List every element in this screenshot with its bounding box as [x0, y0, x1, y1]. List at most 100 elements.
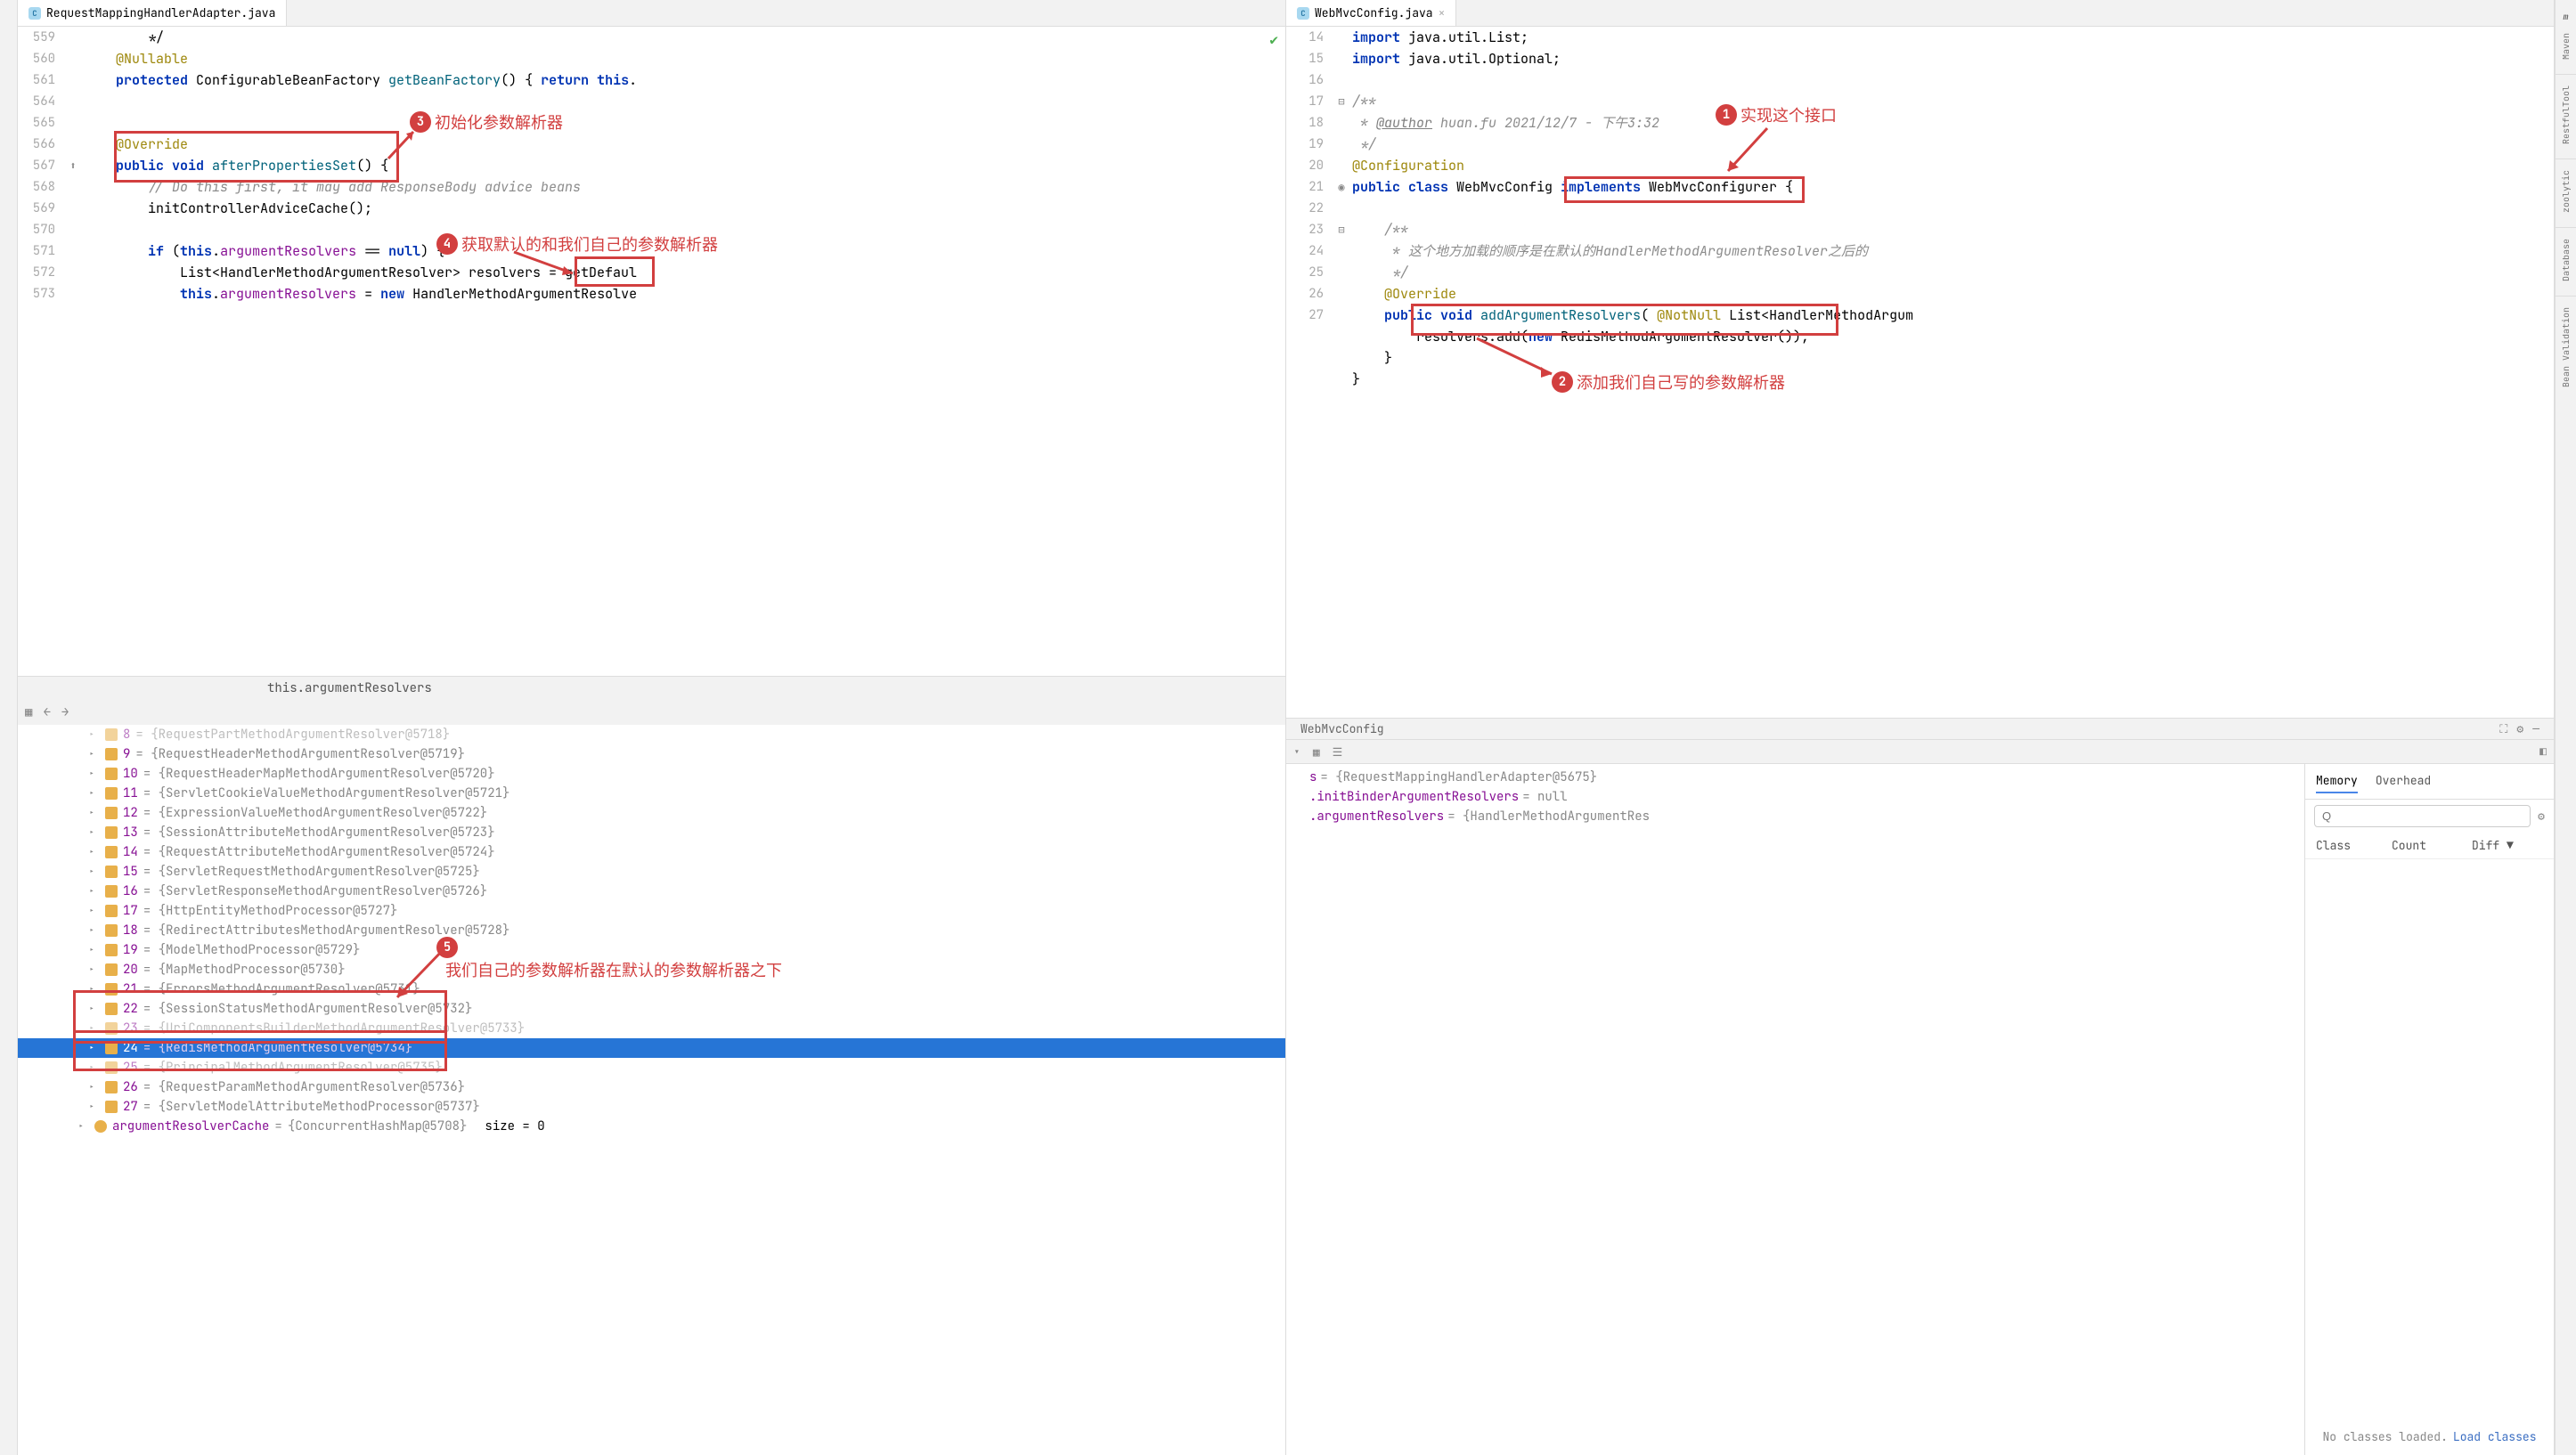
- tree-row[interactable]: ▸ 8 = {RequestPartMethodArgumentResolver…: [18, 725, 1285, 744]
- memory-search-input[interactable]: [2314, 805, 2531, 827]
- tree-row[interactable]: ▸ 9 = {RequestHeaderMethodArgumentResolv…: [18, 744, 1285, 764]
- object-icon: [105, 768, 118, 780]
- callout-1-bubble: 1: [1716, 104, 1737, 126]
- right-breadcrumb: WebMvcConfig ⛶ ⚙ —: [1286, 718, 2554, 739]
- right-gutter-icons: ⊟◉⊟: [1331, 27, 1352, 718]
- tree-row[interactable]: ▸ 12 = {ExpressionValueMethodArgumentRes…: [18, 803, 1285, 823]
- memory-search: ⚙: [2305, 800, 2554, 833]
- tree-row[interactable]: ▸ 24 = {RedisMethodArgumentResolver@5734…: [18, 1038, 1285, 1058]
- debug-tool-icon[interactable]: ▦: [25, 703, 32, 722]
- tree-rows: ▸ 8 = {RequestPartMethodArgumentResolver…: [18, 725, 1285, 1117]
- tree-row[interactable]: ▸ 22 = {SessionStatusMethodArgumentResol…: [18, 999, 1285, 1019]
- object-icon: [105, 1022, 118, 1035]
- object-icon: [105, 1042, 118, 1054]
- object-icon: [105, 885, 118, 898]
- tree-row[interactable]: ▸ 14 = {RequestAttributeMethodArgumentRe…: [18, 842, 1285, 862]
- debug-toolbar: ▦ ← →: [18, 700, 1285, 725]
- close-icon[interactable]: ×: [1439, 5, 1446, 20]
- callout-2-bubble: 2: [1552, 371, 1573, 393]
- tree-row[interactable]: ▸ 26 = {RequestParamMethodArgumentResolv…: [18, 1077, 1285, 1097]
- tree-extra-row[interactable]: ▸ argumentResolverCache = {ConcurrentHas…: [18, 1117, 1285, 1136]
- left-gutter-strip: [0, 0, 18, 1455]
- debug-path-bar: this.argumentResolvers: [18, 677, 1285, 700]
- memory-columns: Class Count Diff ▼: [2305, 833, 2554, 859]
- back-icon[interactable]: ←: [43, 703, 50, 722]
- tree-icon[interactable]: ☰: [1333, 744, 1343, 760]
- filter-icon[interactable]: ▾: [1293, 744, 1300, 760]
- right-code[interactable]: import java.util.List; import java.util.…: [1352, 27, 2554, 718]
- grid-icon[interactable]: ▦: [1313, 744, 1320, 760]
- callout-4: 4 获取默认的和我们自己的参数解析器: [436, 232, 718, 256]
- load-classes-link[interactable]: Load classes: [2453, 1429, 2537, 1444]
- tab-webmvcconfig[interactable]: C WebMvcConfig.java ×: [1286, 0, 1456, 26]
- object-icon: [105, 826, 118, 839]
- tree-row[interactable]: ▸ 16 = {ServletResponseMethodArgumentRes…: [18, 882, 1285, 901]
- tree-row[interactable]: ▸ 13 = {SessionAttributeMethodArgumentRe…: [18, 823, 1285, 842]
- object-icon: [105, 1081, 118, 1093]
- object-icon: [105, 866, 118, 878]
- tree-row[interactable]: ▸ 17 = {HttpEntityMethodProcessor@5727}: [18, 901, 1285, 921]
- tree-row[interactable]: ▸ 27 = {ServletModelAttributeMethodProce…: [18, 1097, 1285, 1117]
- tree-row[interactable]: ▸ 25 = {PrincipalMethodArgumentResolver@…: [18, 1058, 1285, 1077]
- gear-icon[interactable]: ⚙: [2538, 809, 2545, 824]
- memory-panel: Memory Overhead ⚙ Class Count Diff ▼: [2304, 764, 2554, 1455]
- object-icon: [105, 846, 118, 858]
- memory-body: No classes loaded. Load classes: [2305, 859, 2554, 1455]
- layout-icon[interactable]: ◧: [2539, 744, 2547, 760]
- tab-label: RequestMappingHandlerAdapter.java: [46, 5, 275, 20]
- tree-row[interactable]: ▸ 18 = {RedirectAttributesMethodArgument…: [18, 921, 1285, 940]
- tool-zoolytic[interactable]: zoolytic: [2558, 163, 2573, 220]
- object-icon: [105, 983, 118, 996]
- left-gutter-icons: ⬆: [62, 27, 84, 676]
- expand-icon[interactable]: ⛶: [2499, 721, 2507, 736]
- debug-vars-right: s= {RequestMappingHandlerAdapter@5675} .…: [1286, 764, 2304, 1455]
- callout-2: 2 添加我们自己写的参数解析器: [1552, 370, 1785, 394]
- java-class-icon: C: [1297, 7, 1309, 20]
- object-icon: [105, 787, 118, 800]
- object-icon: [105, 905, 118, 917]
- right-code-area[interactable]: 1415161718192021222324252627 ⊟◉⊟ import …: [1286, 27, 2554, 718]
- callout-3-bubble: 3: [410, 111, 431, 133]
- java-class-icon: C: [29, 7, 41, 20]
- tab-memory[interactable]: Memory: [2316, 769, 2358, 793]
- callout-3: 3 初始化参数解析器: [410, 110, 563, 134]
- right-editor-pane: C WebMvcConfig.java × 141516171819202122…: [1286, 0, 2555, 1455]
- tree-row[interactable]: ▸ 15 = {ServletRequestMethodArgumentReso…: [18, 862, 1285, 882]
- callout-5: 我们自己的参数解析器在默认的参数解析器之下: [445, 962, 782, 981]
- object-icon: [105, 924, 118, 937]
- object-icon: [105, 1061, 118, 1074]
- tab-request-mapping[interactable]: C RequestMappingHandlerAdapter.java: [18, 0, 287, 26]
- tool-database[interactable]: Database: [2558, 232, 2573, 289]
- object-icon: [105, 748, 118, 760]
- tool-restful[interactable]: RestfulTool: [2558, 78, 2573, 151]
- object-icon: [105, 944, 118, 956]
- tool-maven[interactable]: Maven: [2558, 26, 2573, 67]
- right-tool-strip: m Maven RestfulTool zoolytic Database Be…: [2555, 0, 2576, 1455]
- left-code-area[interactable]: ✔ 55956056156456556656756856957057157257…: [18, 27, 1285, 676]
- gear-icon[interactable]: ⚙: [2516, 721, 2523, 736]
- left-tabs: C RequestMappingHandlerAdapter.java: [18, 0, 1285, 27]
- memory-tabs: Memory Overhead: [2305, 764, 2554, 800]
- callout-1: 1 实现这个接口: [1716, 103, 1837, 126]
- tree-row[interactable]: ▸ 19 = {ModelMethodProcessor@5729}: [18, 940, 1285, 960]
- left-code[interactable]: */ @Nullable protected ConfigurableBeanF…: [84, 27, 1285, 676]
- left-editor-pane: C RequestMappingHandlerAdapter.java ✔ 55…: [18, 0, 1286, 1455]
- left-line-numbers: 559560561564565566567568569570571572573: [18, 27, 62, 676]
- object-icon: [105, 807, 118, 819]
- tree-row[interactable]: ▸ 21 = {ErrorsMethodArgumentResolver@573…: [18, 979, 1285, 999]
- tree-row[interactable]: ▸ 11 = {ServletCookieValueMethodArgument…: [18, 784, 1285, 803]
- callout-5-bubble-wrap: 5: [436, 937, 458, 958]
- object-icon: [105, 963, 118, 976]
- tree-row[interactable]: ▸ 10 = {RequestHeaderMapMethodArgumentRe…: [18, 764, 1285, 784]
- object-icon: [105, 1003, 118, 1015]
- field-icon: [94, 1120, 107, 1133]
- right-tabs: C WebMvcConfig.java ×: [1286, 0, 2554, 27]
- tab-overhead[interactable]: Overhead: [2376, 769, 2431, 793]
- maven-icon[interactable]: m: [2560, 7, 2572, 26]
- object-icon: [105, 728, 118, 741]
- minimize-icon[interactable]: —: [2532, 721, 2539, 736]
- forward-icon[interactable]: →: [61, 703, 69, 722]
- tab-label: WebMvcConfig.java: [1315, 5, 1433, 20]
- tool-bean-validation[interactable]: Bean Validation: [2558, 300, 2573, 394]
- tree-row[interactable]: ▸ 23 = {UriComponentsBuilderMethodArgume…: [18, 1019, 1285, 1038]
